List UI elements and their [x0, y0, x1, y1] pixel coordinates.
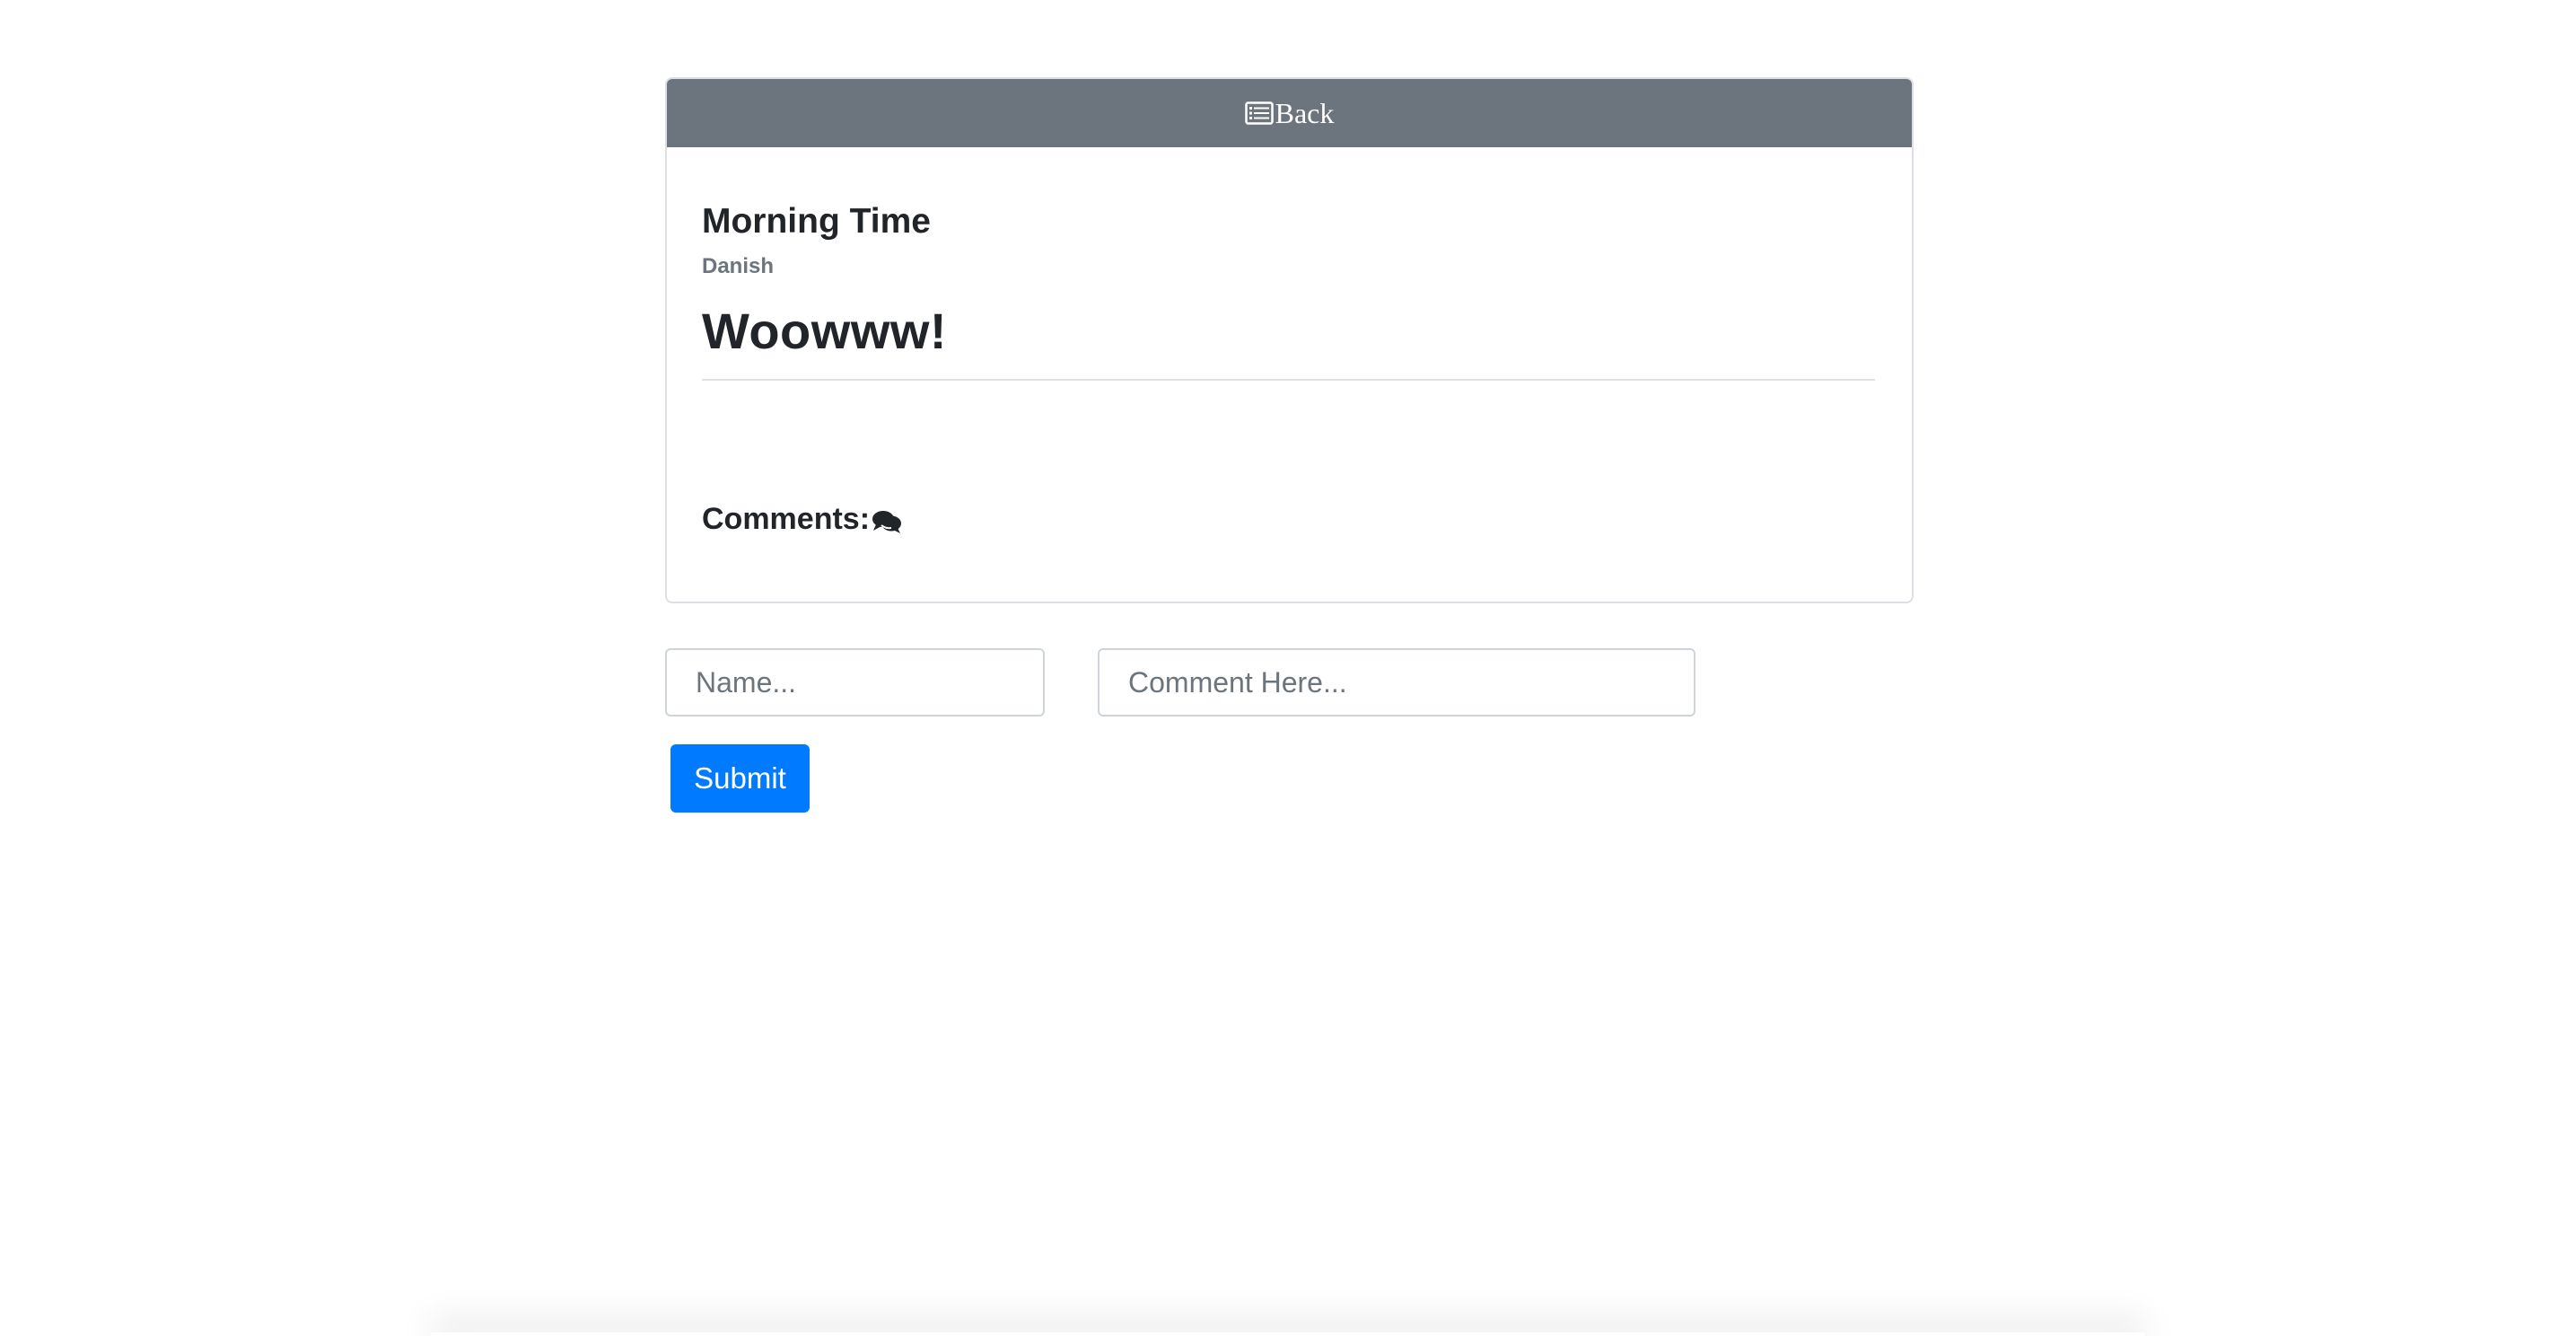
bottom-shadow [431, 1332, 2145, 1336]
divider [702, 379, 1875, 381]
post-body: Woowww! [702, 303, 948, 359]
list-alt-icon [1244, 101, 1274, 125]
back-label: Back [1275, 97, 1335, 129]
back-link[interactable]: Back [1244, 97, 1335, 129]
comment-input[interactable] [1098, 648, 1695, 716]
comments-heading: Comments: [702, 501, 902, 538]
post-author: Danish [702, 254, 775, 278]
post-title: Morning Time [702, 202, 931, 241]
back-header[interactable]: Back [667, 79, 1912, 147]
name-input[interactable] [665, 648, 1045, 716]
comments-icon [872, 506, 902, 534]
comments-heading-label: Comments: [702, 502, 871, 536]
submit-button[interactable]: Submit [670, 744, 810, 813]
post-card: Back Morning Time Danish Woowww! Comment… [665, 77, 1914, 603]
page: Back Morning Time Danish Woowww! Comment… [0, 0, 2576, 1336]
